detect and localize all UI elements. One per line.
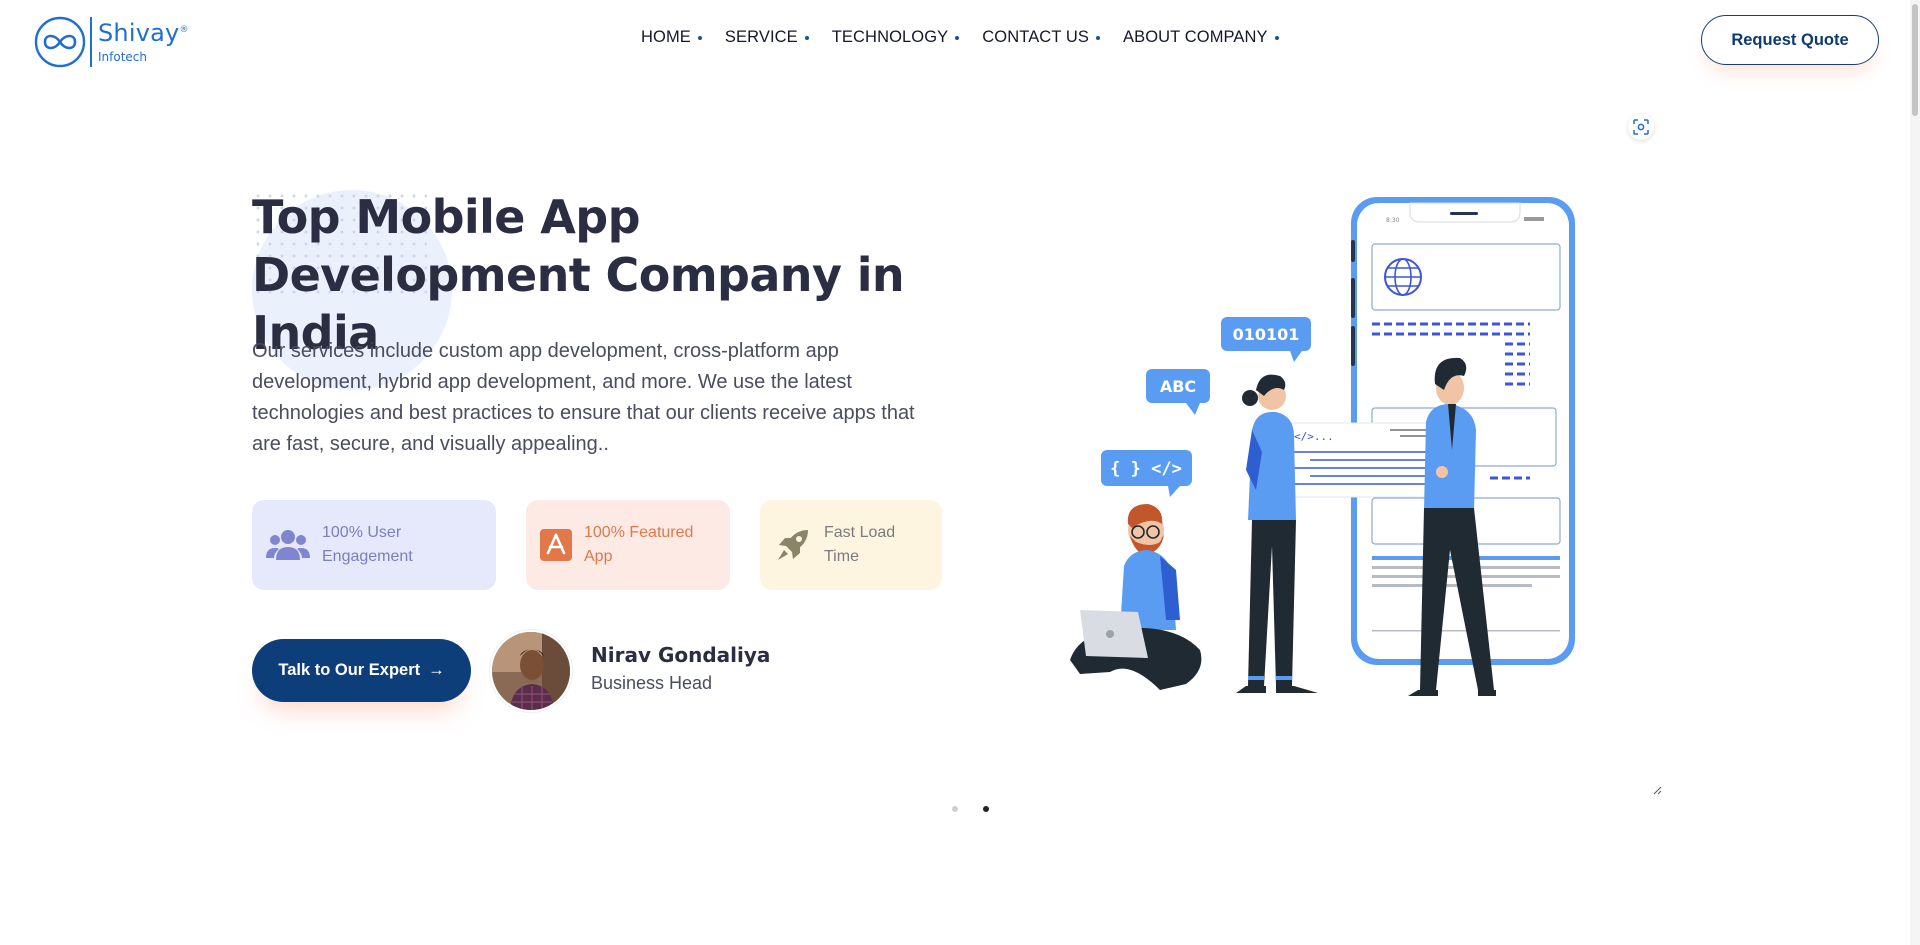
- hero-illustration: 8:30 010101 ABC {} </> </>...: [1070, 197, 1575, 696]
- brand-subtitle: Infotech: [98, 50, 148, 64]
- brand-logo[interactable]: Shivay® Infotech: [34, 14, 194, 70]
- users-icon: [266, 530, 310, 560]
- nav-item-service[interactable]: SERVICE: [725, 28, 809, 47]
- brand-name: Shivay: [98, 19, 180, 47]
- person-photo: [492, 632, 570, 710]
- speech-bubble-code: { } </>: [1101, 450, 1192, 497]
- bubble-binary-text: 010101: [1233, 325, 1300, 344]
- nav-item-label: CONTACT US: [982, 28, 1090, 46]
- code-card-text: </>...: [1294, 430, 1334, 443]
- logo-divider: [90, 17, 92, 67]
- main-nav: HOME SERVICE TECHNOLOGY CONTACT US ABOUT…: [641, 28, 1302, 47]
- nav-dot: [1096, 35, 1101, 40]
- feature-label: 100% Featured App: [584, 524, 694, 565]
- feature-card-user-engagement: 100% User Engagement: [252, 500, 496, 590]
- nav-item-about-company[interactable]: ABOUT COMPANY: [1123, 28, 1279, 47]
- nav-item-label: ABOUT COMPANY: [1123, 28, 1268, 46]
- infinity-logo-icon: [34, 16, 86, 68]
- cta-label: Talk to Our Expert: [278, 661, 421, 679]
- expert-role: Business Head: [591, 673, 713, 693]
- feature-card-featured-app: 100% Featured App: [526, 500, 730, 590]
- rocket-icon: [778, 530, 808, 560]
- resize-grip-icon[interactable]: [1652, 785, 1662, 795]
- speech-bubble-binary: 010101: [1221, 317, 1311, 362]
- nav-dot: [955, 35, 960, 40]
- feature-label: Fast Load Time: [824, 524, 896, 565]
- nav-dot: [697, 35, 702, 40]
- bubble-code-text: { } </>: [1110, 459, 1182, 479]
- avatar: [490, 630, 572, 712]
- nav-item-label: TECHNOLOGY: [831, 28, 949, 46]
- woman-figure: [1236, 374, 1318, 693]
- focus-frame-icon: [1633, 119, 1649, 135]
- nav-item-label: HOME: [641, 28, 691, 46]
- sitting-man-figure: [1070, 504, 1202, 690]
- slider-dot-2[interactable]: [983, 806, 989, 812]
- expert-name: Nirav Gondaliya: [591, 643, 771, 667]
- code-card: </>...: [1287, 422, 1447, 498]
- nav-item-label: SERVICE: [724, 28, 798, 46]
- screenshot-capture-icon[interactable]: [1628, 114, 1654, 140]
- brand-text: Shivay® Infotech: [98, 21, 189, 63]
- bubble-abc-text: ABC: [1160, 377, 1196, 396]
- site-header: Shivay® Infotech HOME SERVICE TECHNOLOGY…: [0, 0, 1920, 80]
- talk-to-expert-button[interactable]: Talk to Our Expert →: [252, 639, 471, 702]
- nav-item-technology[interactable]: TECHNOLOGY: [832, 28, 960, 47]
- arrow-right-icon: →: [428, 661, 445, 679]
- nav-dot: [804, 35, 809, 40]
- nav-item-home[interactable]: HOME: [641, 28, 702, 47]
- request-quote-button[interactable]: Request Quote: [1701, 15, 1879, 65]
- feature-card-fast-load: Fast Load Time: [760, 500, 942, 590]
- hero-description: Our services include custom app developm…: [252, 340, 915, 455]
- nav-item-contact-us[interactable]: CONTACT US: [982, 28, 1101, 47]
- nav-dot: [1274, 35, 1279, 40]
- feature-label: 100% User Engagement: [322, 524, 413, 565]
- scrollbar-thumb[interactable]: [1912, 4, 1918, 116]
- speech-bubble-abc: ABC: [1146, 369, 1210, 415]
- slider-dot-1[interactable]: [952, 806, 958, 812]
- slider-pagination: [952, 806, 989, 812]
- page-scrollbar[interactable]: [1910, 0, 1920, 945]
- registered-mark: ®: [179, 25, 189, 35]
- app-store-icon: [540, 529, 572, 561]
- phone-time: 8:30: [1386, 217, 1400, 224]
